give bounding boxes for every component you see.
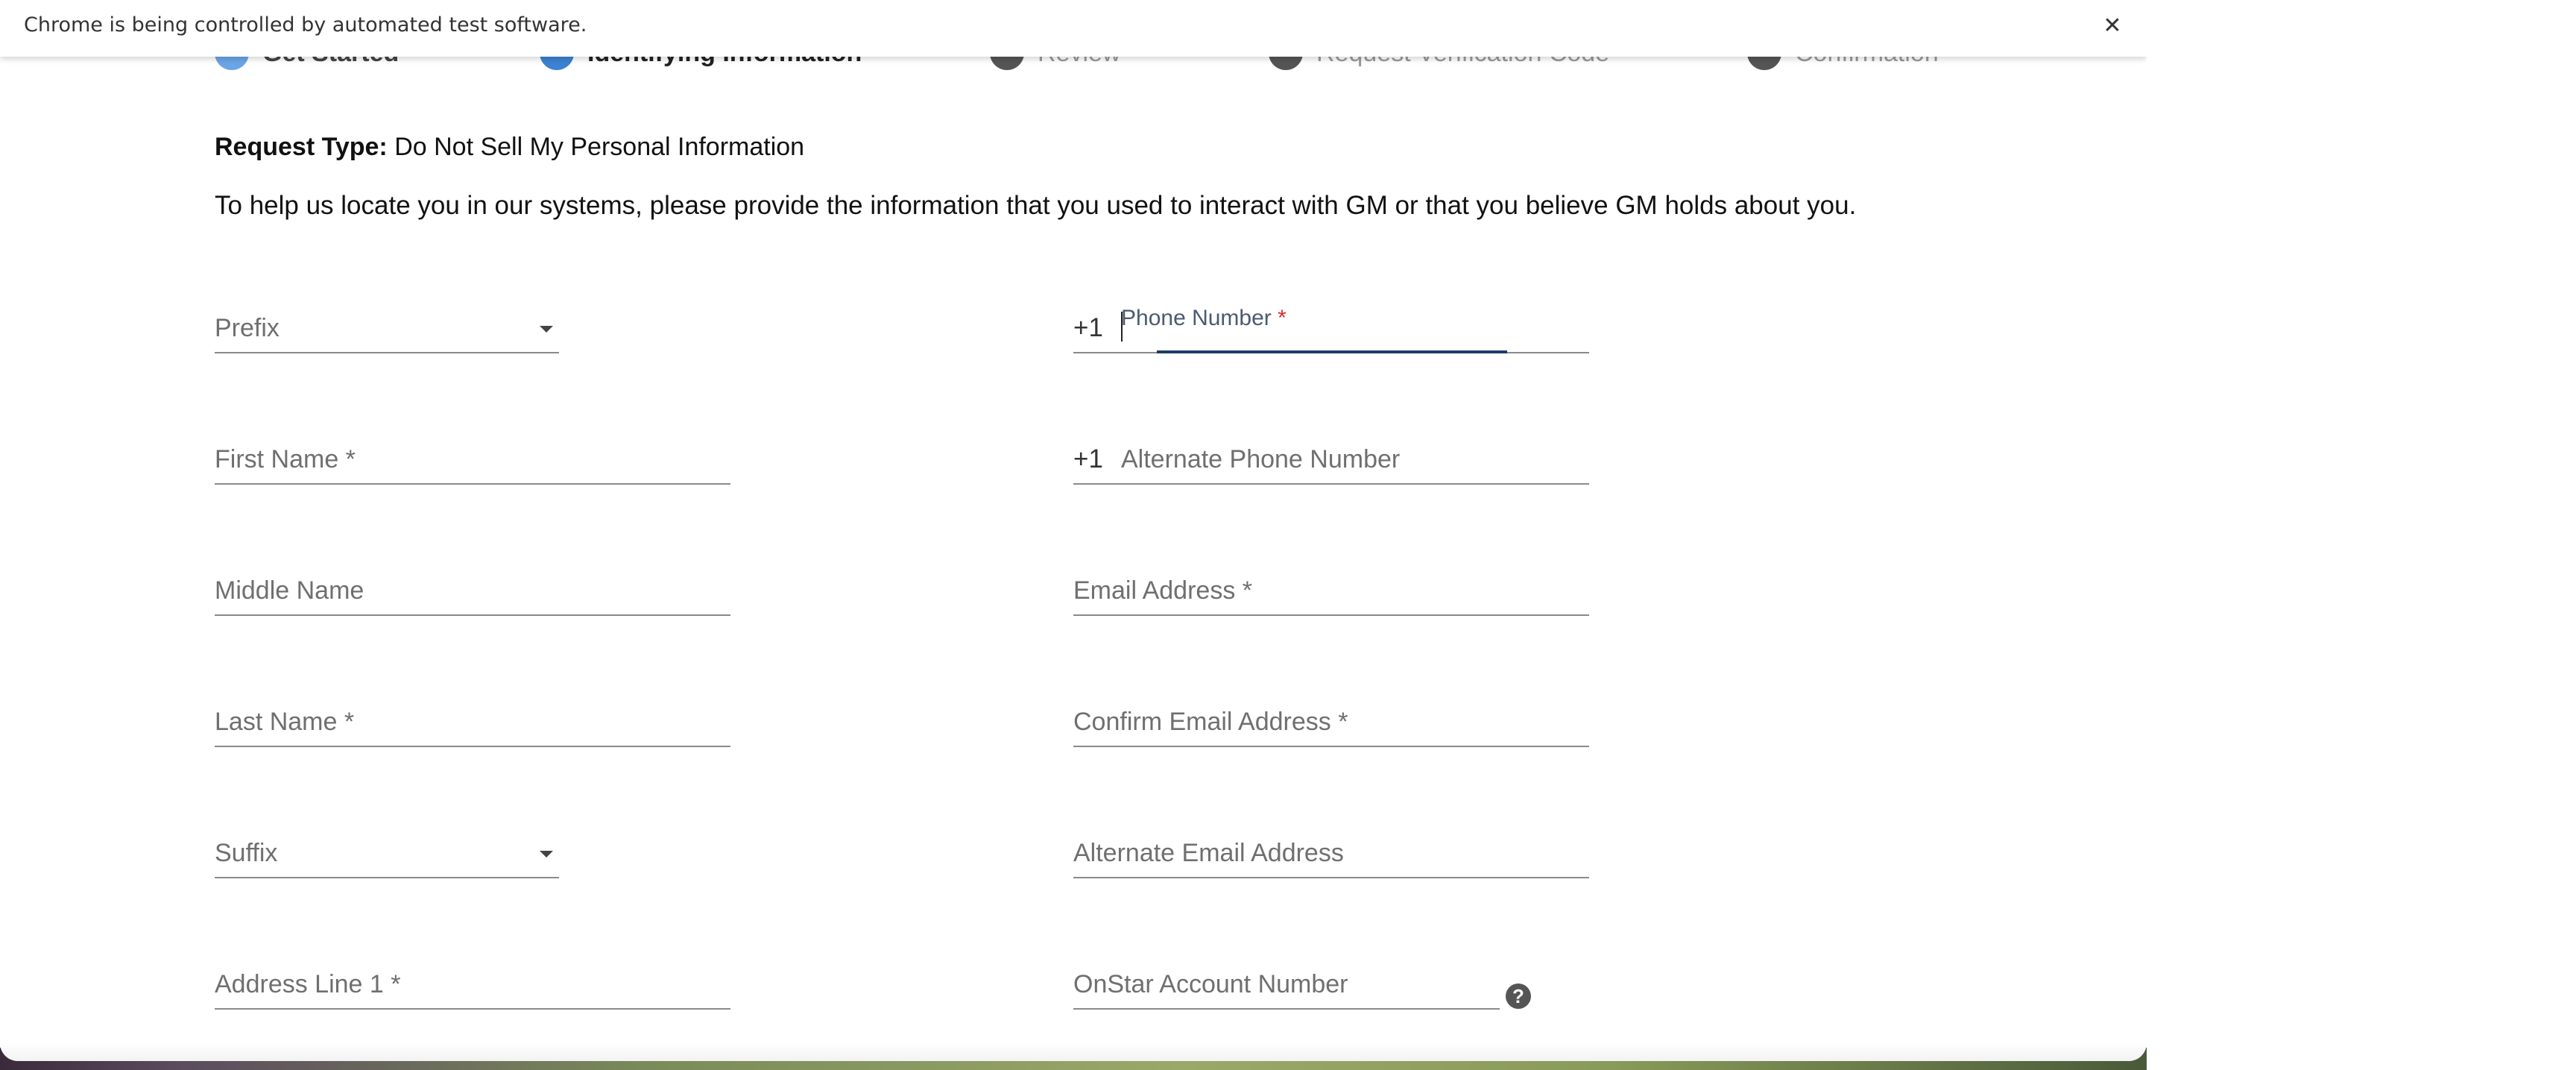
browser-window: Get Started Identifying Information Revi… <box>0 0 2147 1061</box>
first-name-field[interactable]: First Name * <box>215 431 733 485</box>
middle-name-input[interactable] <box>215 562 733 616</box>
confirm-email-input[interactable] <box>1073 693 1592 747</box>
automation-infobar: Chrome is being controlled by automated … <box>0 0 2147 57</box>
onstar-account-field[interactable]: OnStar Account Number <box>1073 956 1503 1010</box>
confirm-email-field[interactable]: Confirm Email Address * <box>1073 693 1592 747</box>
dropdown-arrow-icon <box>540 851 553 857</box>
prefix-label: Prefix <box>215 314 280 342</box>
suffix-select[interactable]: Suffix <box>215 825 559 878</box>
close-icon[interactable]: ✕ <box>2097 10 2127 40</box>
address-line-1-input[interactable] <box>215 956 733 1010</box>
bottom-fade <box>0 1043 2147 1061</box>
prefix-select[interactable]: Prefix <box>215 300 559 353</box>
request-type-label: Request Type: <box>215 133 388 161</box>
first-name-input[interactable] <box>215 431 733 485</box>
request-type-value: Do Not Sell My Personal Information <box>387 133 805 161</box>
alternate-email-field[interactable]: Alternate Email Address <box>1073 825 1592 878</box>
email-field[interactable]: Email Address * <box>1073 562 1592 616</box>
phone-number-field[interactable]: +1 Phone Number * <box>1073 300 1592 353</box>
alternate-email-input[interactable] <box>1073 825 1592 878</box>
alternate-phone-input[interactable] <box>1073 431 1592 485</box>
onstar-account-input[interactable] <box>1073 956 1503 1010</box>
desktop-background <box>2147 0 2576 1070</box>
infobar-message: Chrome is being controlled by automated … <box>24 13 587 37</box>
alternate-phone-field[interactable]: +1 Alternate Phone Number <box>1073 431 1592 485</box>
phone-number-input[interactable] <box>1073 300 1592 353</box>
last-name-field[interactable]: Last Name * <box>215 693 733 747</box>
address-line-1-field[interactable]: Address Line 1 * <box>215 956 733 1010</box>
suffix-label: Suffix <box>215 839 278 867</box>
middle-name-field[interactable]: Middle Name <box>215 562 733 616</box>
request-type: Request Type: Do Not Sell My Personal In… <box>215 133 804 162</box>
help-icon[interactable]: ? <box>1506 984 1531 1009</box>
last-name-input[interactable] <box>215 693 733 747</box>
dropdown-arrow-icon <box>540 326 553 333</box>
email-input[interactable] <box>1073 562 1592 616</box>
instructions-text: To help us locate you in our systems, pl… <box>215 191 1857 220</box>
